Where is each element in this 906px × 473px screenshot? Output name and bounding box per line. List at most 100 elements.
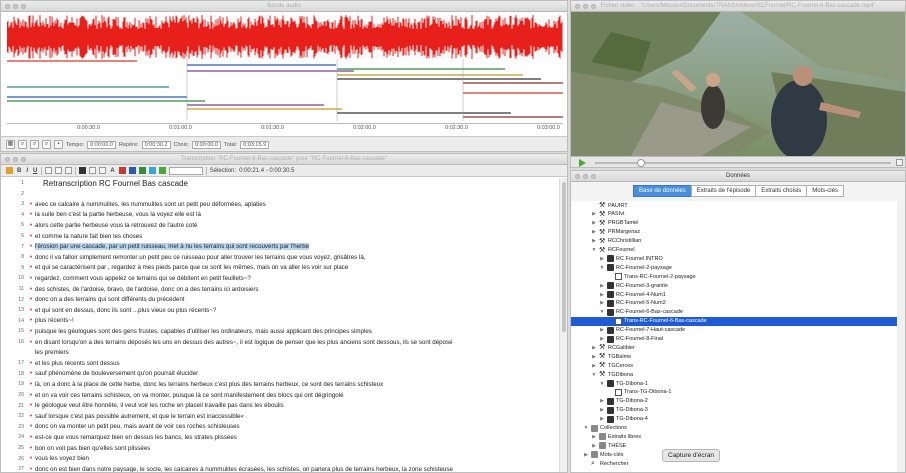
disclosure-triangle-icon[interactable]: ▶: [599, 283, 605, 289]
segment-marker[interactable]: •: [27, 360, 35, 367]
transcript-scrollbar[interactable]: [559, 178, 567, 472]
transcript-line[interactable]: 21 • le géologue veut être honnête, il ve…: [1, 401, 557, 411]
tree-item[interactable]: ⌕ Rechercher: [583, 459, 628, 468]
segment-marker[interactable]: •: [27, 402, 35, 409]
zoom-out-icon[interactable]: ⌕: [30, 140, 39, 149]
tree-item[interactable]: ⚒ PAUIRT: [591, 201, 628, 210]
transcript-line[interactable]: 10 • regardez, comment vous appelez ce ter…: [1, 273, 557, 283]
repere-field[interactable]: 0:00:30.2: [141, 140, 171, 149]
tree-item[interactable]: ▶ RC-Fournel-3-granite: [599, 281, 668, 290]
tempo-field[interactable]: 0:00:00.0: [87, 140, 116, 149]
transcript-line[interactable]: 25 • bon on voit pas bien qu'elles sont p…: [1, 443, 557, 453]
disclosure-triangle-icon[interactable]: ▼: [583, 425, 589, 431]
list-icon[interactable]: [65, 167, 73, 174]
segment-marker[interactable]: •: [27, 317, 35, 324]
tree-item[interactable]: ▼ ⚒ TGDibona: [591, 370, 634, 379]
transcript-line[interactable]: 23 • donc on va monter un petit peu, mais …: [1, 422, 557, 432]
transcript-line[interactable]: 3 • avec ce calcaire à nummulites, les num…: [1, 199, 557, 209]
tree-item[interactable]: ▶ ⚒ RCChristillian: [591, 237, 641, 246]
transcript-text[interactable]: 1 Retranscription RC Fournel Bas cascade 2…: [1, 178, 557, 473]
video-frame[interactable]: [571, 12, 905, 156]
window-controls[interactable]: [575, 4, 596, 9]
disclosure-triangle-icon[interactable]: ▶: [599, 256, 605, 262]
bullet-icon[interactable]: [89, 167, 97, 174]
transcript-line[interactable]: 27 • donc on est bien dans notre paysage, …: [1, 464, 557, 472]
timestamp-icon[interactable]: [148, 167, 156, 174]
segment-marker[interactable]: •: [27, 201, 35, 208]
tree-item[interactable]: ▶ RC-Fournel-5-Num2: [599, 299, 666, 308]
disclosure-triangle-icon[interactable]: ▶: [599, 300, 605, 306]
segment-marker[interactable]: •: [27, 275, 35, 282]
tab-mots-cl-s[interactable]: Mots-clés: [806, 185, 844, 197]
tree-item[interactable]: ▶ Extraits libres: [591, 432, 641, 441]
tree-item[interactable]: ▶ RC-Fournel-8-Final: [599, 335, 663, 344]
segment-marker[interactable]: •: [27, 222, 35, 229]
transcript-line[interactable]: 20 • et on va voir ces terrains schisteux,…: [1, 390, 557, 400]
tree-item[interactable]: ▼ ⚒ RCFournel: [591, 246, 635, 255]
tab-extraits-de-l-pisode[interactable]: Extraits de l'épisode: [690, 185, 757, 197]
tree-item[interactable]: ▶ ⚒ TGBalme: [591, 352, 631, 361]
segment-marker[interactable]: •: [27, 286, 35, 293]
segment-marker[interactable]: •: [27, 211, 35, 218]
tree-item[interactable]: ▶ THÈSE: [591, 441, 626, 450]
disclosure-triangle-icon[interactable]: ▶: [599, 407, 605, 413]
highlight-green-icon[interactable]: [138, 167, 146, 174]
disclosure-triangle-icon[interactable]: ▶: [591, 354, 597, 360]
segment-marker[interactable]: •: [27, 423, 35, 430]
transcript-line[interactable]: 6 • et comme la nature fait bien les chose…: [1, 231, 557, 241]
segment-marker[interactable]: •: [27, 296, 35, 303]
tree-item[interactable]: Trans-RC-Fournel-2-paysage: [607, 272, 696, 281]
transcript-line[interactable]: 1 Retranscription RC Fournel Bas cascade: [1, 178, 557, 188]
tree-item[interactable]: ▶ RC-Fournel-4-Num1: [599, 290, 666, 299]
font-size-icon[interactable]: A: [109, 168, 115, 174]
transcript-line[interactable]: 17 • et les plus récents sont dessus: [1, 358, 557, 368]
audio-waveform[interactable]: [7, 15, 563, 59]
tree-item[interactable]: ▶ ⚒ PRMargeriaz: [591, 228, 640, 237]
segment-marker[interactable]: •: [27, 434, 35, 441]
zoom-fit-icon[interactable]: ⌕: [42, 140, 51, 149]
database-tree[interactable]: ⚒ PAUIRT ▶ ⚒ PASIvt ▶ ⚒ PRGBTamié ▶ ⚒ PRMargeriaz ▶…: [571, 201, 897, 472]
segment-marker[interactable]: •: [27, 328, 35, 335]
color-black-icon[interactable]: [79, 167, 87, 174]
fullscreen-icon[interactable]: [896, 159, 903, 166]
disclosure-triangle-icon[interactable]: ▼: [599, 265, 605, 271]
disclosure-triangle-icon[interactable]: ▶: [599, 327, 605, 333]
segment-marker[interactable]: •: [27, 243, 35, 250]
transcript-line[interactable]: 8 • donc il va falloir simplement remonter…: [1, 252, 557, 262]
tree-item[interactable]: Trans-RC-Fournel-6-Bas-cascade: [571, 316, 897, 326]
italic-button[interactable]: I: [25, 168, 29, 174]
disclosure-triangle-icon[interactable]: ▶: [591, 443, 597, 449]
window-controls[interactable]: [5, 157, 26, 162]
transcript-line[interactable]: 11 • des schistes, de l'ardoise, bravo, de…: [1, 284, 557, 294]
pen-icon[interactable]: [6, 167, 13, 174]
transcript-line[interactable]: 16 • en disant lorsqu'on a des terrains dé…: [1, 337, 557, 347]
segment-marker[interactable]: •: [27, 339, 35, 346]
choix-field[interactable]: 0:00:00.0: [192, 140, 222, 149]
tree-scrollbar[interactable]: [898, 201, 905, 472]
link-icon[interactable]: [99, 167, 107, 174]
tree-item[interactable]: ▶ Mots-clés: [583, 450, 624, 459]
tree-item[interactable]: ▶ TG-Dibona-3: [599, 406, 648, 415]
transcript-line[interactable]: 13 • et qui sont en dessus, donc ils sont…: [1, 305, 557, 315]
tree-item[interactable]: ▶ ⚒ PRGBTamié: [591, 219, 638, 228]
transcript-line[interactable]: 5 • alors cette partie herbeuse vous la re…: [1, 220, 557, 230]
disclosure-triangle-icon[interactable]: ▶: [599, 292, 605, 298]
disclosure-triangle-icon[interactable]: ▶: [591, 229, 597, 235]
disclosure-triangle-icon[interactable]: ▼: [599, 309, 605, 315]
underline-button[interactable]: U: [32, 168, 38, 174]
segment-marker[interactable]: •: [27, 233, 35, 240]
disclosure-triangle-icon[interactable]: ▼: [591, 372, 597, 378]
bold-button[interactable]: B: [16, 168, 22, 174]
segment-marker[interactable]: •: [27, 254, 35, 261]
segment-marker[interactable]: •: [27, 392, 35, 399]
zoom-icon[interactable]: ⌕: [18, 140, 27, 149]
window-controls[interactable]: [575, 174, 596, 179]
disclosure-triangle-icon[interactable]: ▼: [591, 247, 597, 253]
transcript-line[interactable]: 24 • est-ce que vous remarquez bien en des…: [1, 432, 557, 442]
transcript-line[interactable]: 22 • sauf lorsque c'est pas possible autre…: [1, 411, 557, 421]
tree-item[interactable]: ▶ TG-Dibona-2: [599, 397, 648, 406]
tab-extraits-choisis[interactable]: Extraits choisis: [755, 185, 808, 197]
disclosure-triangle-icon[interactable]: ▶: [591, 220, 597, 226]
segment-marker[interactable]: •: [27, 370, 35, 377]
tree-item[interactable]: ▶ ⚒ RCGalibier: [591, 343, 635, 352]
